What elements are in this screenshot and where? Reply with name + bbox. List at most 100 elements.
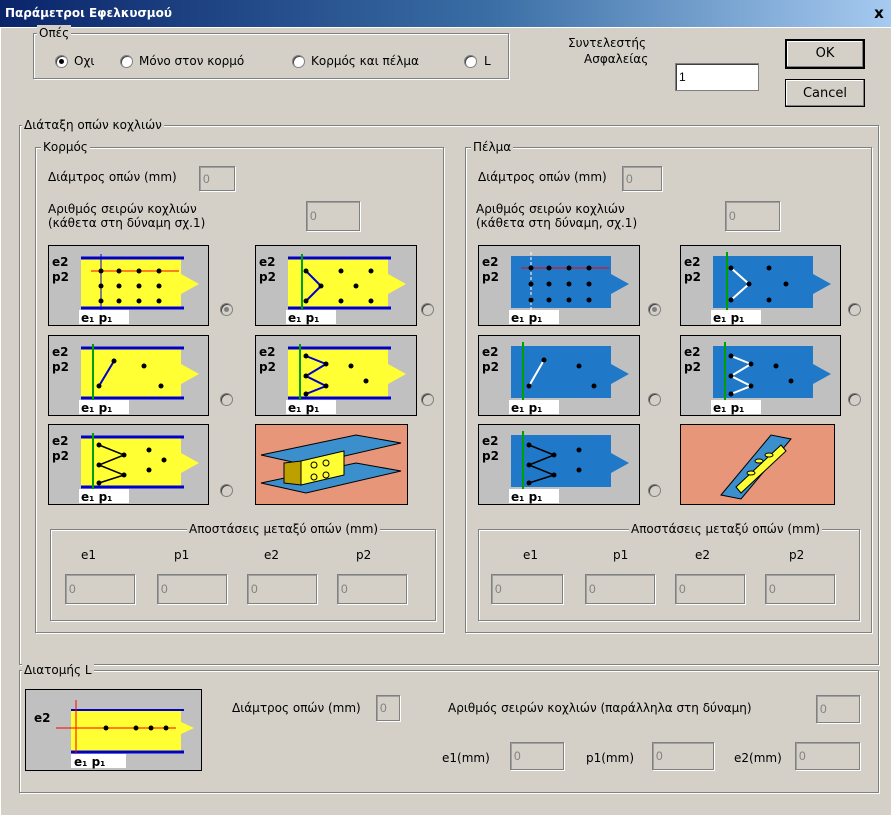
svg-text:p2: p2	[482, 270, 499, 284]
flange-rows-label-line1: Αριθμός σειρών κοχλιών	[476, 202, 625, 216]
flange-legend: Πέλμα	[471, 139, 514, 155]
svg-text:e2: e2	[684, 345, 701, 359]
web-spacing-legend: Αποστάσεις μεταξύ οπών (mm)	[187, 521, 381, 537]
holes-option-none-label[interactable]: Οχι	[74, 54, 94, 68]
holes-option-l-radio[interactable]	[464, 55, 477, 68]
svg-text:e₁ p₁: e₁ p₁	[713, 401, 744, 415]
web-diagram-2[interactable]: e2 p2 e₁ p₁	[255, 245, 417, 326]
ok-button[interactable]: OK	[785, 39, 865, 69]
svg-text:e2: e2	[482, 345, 499, 359]
web-diagram-5[interactable]: e2 p2 e₁ p₁	[48, 424, 209, 505]
l-e1-input[interactable]	[510, 742, 564, 770]
svg-text:p2: p2	[482, 360, 499, 374]
flange-diameter-input[interactable]	[622, 166, 662, 191]
bolt-layout-legend: Διάταξη οπών κοχλιών	[22, 117, 164, 133]
web-p2-input[interactable]	[337, 574, 407, 604]
l-section-group: Διατομής L e2 e₁ p₁ Διάμτρος οπών (mm) Α…	[19, 662, 879, 793]
holes-group: Οπές Οχι Μόνο στον κορμό Κορμός και πέλμ…	[33, 25, 509, 79]
svg-text:e₁ p₁: e₁ p₁	[288, 311, 319, 325]
flange-p2-input[interactable]	[765, 574, 835, 604]
svg-text:e2: e2	[34, 711, 51, 725]
holes-option-web-label[interactable]: Μόνο στον κορμό	[139, 54, 244, 68]
flange-p1-input[interactable]	[585, 574, 655, 604]
flange-rows-input[interactable]	[725, 201, 780, 231]
l-e1-label: e1(mm)	[442, 751, 490, 765]
web-beam-illustration	[255, 424, 408, 505]
flange-diagram-5-radio[interactable]	[648, 484, 661, 497]
web-diagram-3-radio[interactable]	[220, 393, 233, 406]
svg-text:p2: p2	[684, 270, 701, 284]
svg-text:e₁ p₁: e₁ p₁	[288, 401, 319, 415]
l-p1-input[interactable]	[652, 742, 714, 770]
flange-spacing-group: Αποστάσεις μεταξύ οπών (mm) e1 p1 e2 p2	[478, 521, 860, 621]
flange-spacing-legend: Αποστάσεις μεταξύ οπών (mm)	[629, 521, 823, 537]
holes-legend: Οπές	[37, 25, 72, 41]
svg-text:e2: e2	[259, 345, 276, 359]
web-rows-label-line1: Αριθμός σειρών κοχλιών	[48, 202, 197, 216]
svg-text:e₁ p₁: e₁ p₁	[74, 755, 105, 769]
title-bar: Παράμετροι Εφελκυσμού x	[0, 0, 891, 27]
svg-text:p2: p2	[684, 360, 701, 374]
safety-label-line2: Ασφαλείας	[584, 52, 649, 66]
flange-diagram-1-radio[interactable]	[648, 303, 661, 316]
web-diagram-2-radio[interactable]	[421, 303, 434, 316]
web-spacing-group: Αποστάσεις μεταξύ οπών (mm) e1 p1 e2 p2	[50, 521, 436, 621]
l-rows-label: Αριθμός σειρών κοχλιών (παράλληλα στη δύ…	[448, 701, 752, 715]
svg-text:p2: p2	[52, 449, 69, 463]
web-e2-input[interactable]	[247, 574, 317, 604]
svg-text:p2: p2	[259, 360, 276, 374]
web-diagram-1[interactable]: e2 p2 e₁ p₁	[48, 245, 209, 326]
l-e2-input[interactable]	[795, 742, 860, 770]
holes-option-l-label[interactable]: L	[484, 54, 491, 68]
svg-text:p2: p2	[52, 360, 69, 374]
web-spacing-header-p2: p2	[356, 548, 372, 562]
l-section-legend: Διατομής L	[22, 662, 94, 678]
svg-text:e2: e2	[52, 345, 69, 359]
svg-text:p2: p2	[482, 449, 499, 463]
web-diagram-4[interactable]: e2 p2 e₁ p₁	[255, 335, 417, 416]
svg-text:e₁ p₁: e₁ p₁	[713, 311, 744, 325]
l-diameter-input[interactable]	[376, 695, 400, 721]
web-group: Κορμός Διάμτρος οπών (mm) Αριθμός σειρών…	[35, 139, 444, 633]
svg-text:e2: e2	[52, 434, 69, 448]
svg-text:e2: e2	[259, 255, 276, 269]
flange-diagram-2-radio[interactable]	[848, 303, 861, 316]
close-icon[interactable]: x	[870, 3, 888, 23]
flange-diagram-2[interactable]: e2 p2 e₁ p₁	[680, 245, 841, 326]
web-diagram-5-radio[interactable]	[220, 484, 233, 497]
flange-diagram-4[interactable]: e2 p2 e₁ p₁	[680, 335, 841, 416]
safety-factor-input[interactable]	[675, 63, 759, 91]
web-diagram-3[interactable]: e2 p2 e₁ p₁	[48, 335, 209, 416]
flange-diagram-4-radio[interactable]	[848, 393, 861, 406]
l-p1-label: p1(mm)	[586, 751, 634, 765]
svg-text:e2: e2	[52, 255, 69, 269]
web-diameter-input[interactable]	[199, 166, 235, 191]
web-e1-input[interactable]	[65, 574, 135, 604]
flange-e2-input[interactable]	[675, 574, 745, 604]
web-rows-input[interactable]	[306, 201, 360, 231]
cancel-button[interactable]: Cancel	[785, 79, 865, 107]
web-p1-input[interactable]	[157, 574, 227, 604]
web-diagram-1-radio[interactable]	[220, 303, 233, 316]
web-diagram-4-radio[interactable]	[421, 393, 434, 406]
flange-diagram-5[interactable]: e2 p2 e₁ p₁	[478, 424, 640, 505]
svg-text:e2: e2	[684, 255, 701, 269]
window-title: Παράμετροι Εφελκυσμού	[5, 6, 172, 20]
holes-option-none-radio[interactable]	[55, 55, 68, 68]
holes-option-web-radio[interactable]	[120, 55, 133, 68]
web-rows-label-line2: (κάθετα στη δύναμη σχ.1)	[48, 216, 206, 230]
holes-option-web-flange-radio[interactable]	[292, 55, 305, 68]
flange-spacing-header-p1: p1	[613, 548, 629, 562]
holes-option-web-flange-label[interactable]: Κορμός και πέλμα	[311, 54, 419, 68]
flange-diagram-3-radio[interactable]	[648, 393, 661, 406]
svg-text:e₁ p₁: e₁ p₁	[511, 401, 542, 415]
l-rows-input[interactable]	[816, 695, 860, 723]
web-diameter-label: Διάμτρος οπών (mm)	[48, 170, 177, 184]
flange-diagram-1[interactable]: e2 p2 e₁ p₁	[478, 245, 640, 326]
svg-text:p2: p2	[259, 270, 276, 284]
web-spacing-header-e2: e2	[264, 548, 280, 562]
flange-diagram-3[interactable]: e2 p2 e₁ p₁	[478, 335, 640, 416]
l-diameter-label: Διάμτρος οπών (mm)	[232, 701, 361, 715]
flange-e1-input[interactable]	[491, 574, 563, 604]
svg-text:e2: e2	[482, 255, 499, 269]
